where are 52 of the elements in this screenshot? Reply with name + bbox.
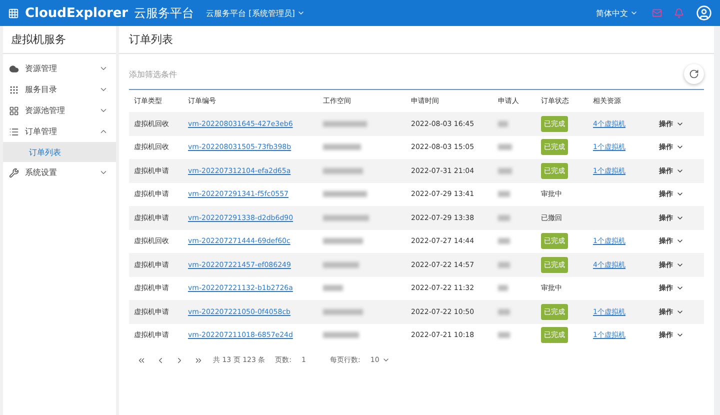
first-page-button[interactable] [137,356,146,364]
app-grid-icon[interactable] [8,8,19,18]
last-page-icon [194,356,203,364]
redacted-text [323,332,359,338]
redacted-text [323,120,367,127]
brand-name: CloudExplorer [25,6,128,20]
caret-icon [382,356,390,364]
redacted-text [498,308,510,315]
page-title: 订单列表 [119,26,714,54]
redacted-text [498,168,512,174]
redacted-text [498,285,508,292]
redacted-text [498,120,508,127]
redacted-text [498,191,510,198]
redacted-text [323,144,361,150]
redacted-text [498,238,510,244]
redacted-text [498,262,510,268]
redacted-text [498,144,512,150]
redacted-text [498,214,510,221]
redacted-text [323,214,369,221]
sidebar-item[interactable]: 资源池管理 [3,100,116,121]
redacted-text [323,262,359,268]
platform-name: 云服务平台 [134,4,194,22]
first-page-icon [137,356,146,364]
refresh-icon [689,69,699,79]
sidebar-item[interactable]: 订单管理 [3,121,116,142]
chevron-right-icon [175,356,184,364]
grid-icon [9,106,19,116]
redacted-text [498,332,510,338]
prev-page-button[interactable] [156,356,165,364]
caret-icon [630,9,638,17]
next-page-button[interactable] [175,356,184,364]
sidebar-item[interactable]: 服务目录 [3,79,116,100]
redacted-text [323,308,363,315]
tenant-dropdown[interactable]: 云服务平台 [系统管理员] [206,8,305,18]
language-dropdown[interactable]: 简体中文 [596,8,638,18]
sidebar-item[interactable]: 资源管理 [3,58,116,79]
redacted-text [323,285,343,292]
avatar-icon[interactable] [696,5,712,21]
redacted-text [323,168,363,174]
cloud-icon [9,64,19,74]
refresh-button[interactable] [684,64,704,84]
chevron-left-icon [156,356,165,364]
last-page-button[interactable] [194,356,203,364]
wrench-icon [9,168,19,178]
sidebar-item[interactable]: 系统设置 [3,162,116,183]
sidebar-subitem[interactable]: 订单列表 [3,142,116,162]
dot-grid-icon [9,84,19,94]
redacted-text [323,238,363,244]
redacted-text [323,191,367,198]
sidebar-title: 虚拟机服务 [3,26,116,54]
caret-icon [296,9,305,17]
list-icon [9,126,19,136]
